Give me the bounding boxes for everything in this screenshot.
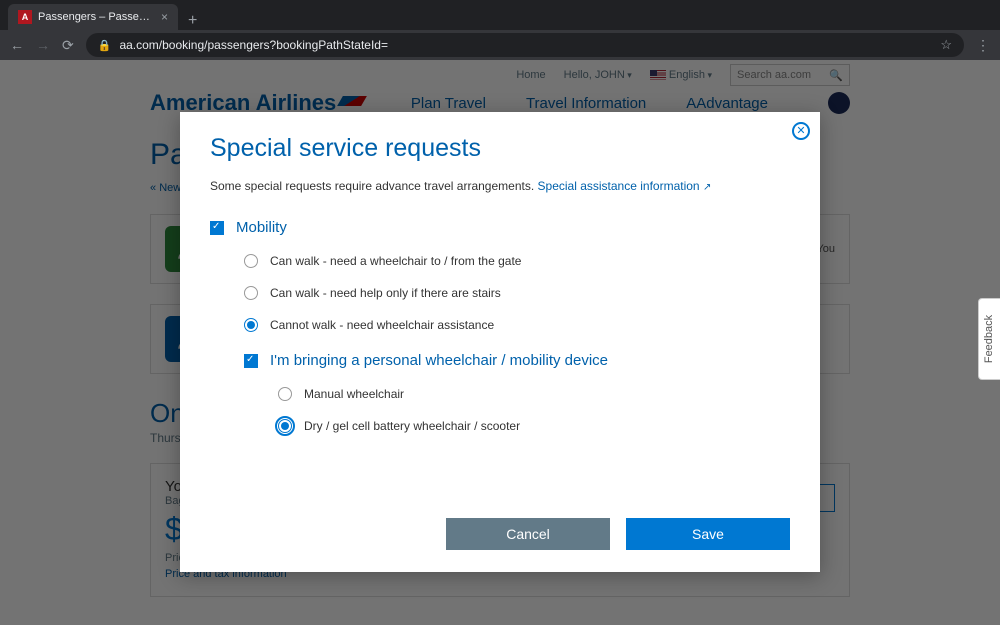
- radio-cannot-walk[interactable]: Cannot walk - need wheelchair assistance: [244, 318, 790, 332]
- radio-drygel-wheelchair[interactable]: Dry / gel cell battery wheelchair / scoo…: [278, 419, 790, 433]
- radio-manual-wheelchair[interactable]: Manual wheelchair: [278, 387, 790, 401]
- forward-icon: →: [36, 37, 50, 53]
- radio-selected-icon[interactable]: [244, 318, 258, 332]
- checkbox-checked-icon[interactable]: [244, 354, 258, 368]
- bringing-device-checkbox-row[interactable]: I'm bringing a personal wheelchair / mob…: [244, 352, 790, 369]
- modal-intro: Some special requests require advance tr…: [210, 179, 790, 193]
- save-button[interactable]: Save: [626, 518, 790, 550]
- tab-strip: A Passengers – Passenger detail × +: [0, 0, 1000, 30]
- radio-icon[interactable]: [244, 286, 258, 300]
- address-bar: ← → ⟳ 🔒 aa.com/booking/passengers?bookin…: [0, 30, 1000, 60]
- radio-walk-stairs[interactable]: Can walk - need help only if there are s…: [244, 286, 790, 300]
- back-icon[interactable]: ←: [10, 37, 24, 53]
- lock-icon: 🔒: [98, 39, 112, 52]
- reload-icon[interactable]: ⟳: [62, 37, 74, 54]
- special-service-modal: ✕ Special service requests Some special …: [180, 112, 820, 572]
- bookmark-icon[interactable]: ☆: [940, 37, 952, 53]
- radio-walk-gate[interactable]: Can walk - need a wheelchair to / from t…: [244, 254, 790, 268]
- external-link-icon: ↗: [703, 182, 711, 193]
- browser-tab[interactable]: A Passengers – Passenger detail ×: [8, 4, 178, 30]
- close-icon[interactable]: ×: [161, 10, 168, 24]
- modal-title: Special service requests: [210, 134, 790, 163]
- close-icon[interactable]: ✕: [792, 122, 810, 140]
- new-tab-button[interactable]: +: [178, 12, 207, 30]
- browser-menu-icon[interactable]: ⋮: [976, 37, 990, 54]
- url-field[interactable]: 🔒 aa.com/booking/passengers?bookingPathS…: [86, 33, 964, 57]
- url-text: aa.com/booking/passengers?bookingPathSta…: [119, 38, 388, 52]
- bringing-label: I'm bringing a personal wheelchair / mob…: [270, 352, 608, 369]
- modal-actions: Cancel Save: [446, 518, 790, 550]
- favicon: A: [18, 10, 32, 24]
- radio-selected-icon[interactable]: [278, 419, 292, 433]
- mobility-label: Mobility: [236, 219, 287, 236]
- assistance-link[interactable]: Special assistance information ↗: [538, 179, 712, 193]
- mobility-checkbox-row[interactable]: Mobility: [210, 219, 790, 236]
- radio-icon[interactable]: [244, 254, 258, 268]
- mobility-options: Can walk - need a wheelchair to / from t…: [244, 254, 790, 332]
- tab-title: Passengers – Passenger detail: [38, 11, 155, 23]
- checkbox-checked-icon[interactable]: [210, 221, 224, 235]
- cancel-button[interactable]: Cancel: [446, 518, 610, 550]
- device-options: Manual wheelchair Dry / gel cell battery…: [278, 387, 790, 433]
- feedback-tab[interactable]: Feedback: [978, 298, 1000, 380]
- radio-icon[interactable]: [278, 387, 292, 401]
